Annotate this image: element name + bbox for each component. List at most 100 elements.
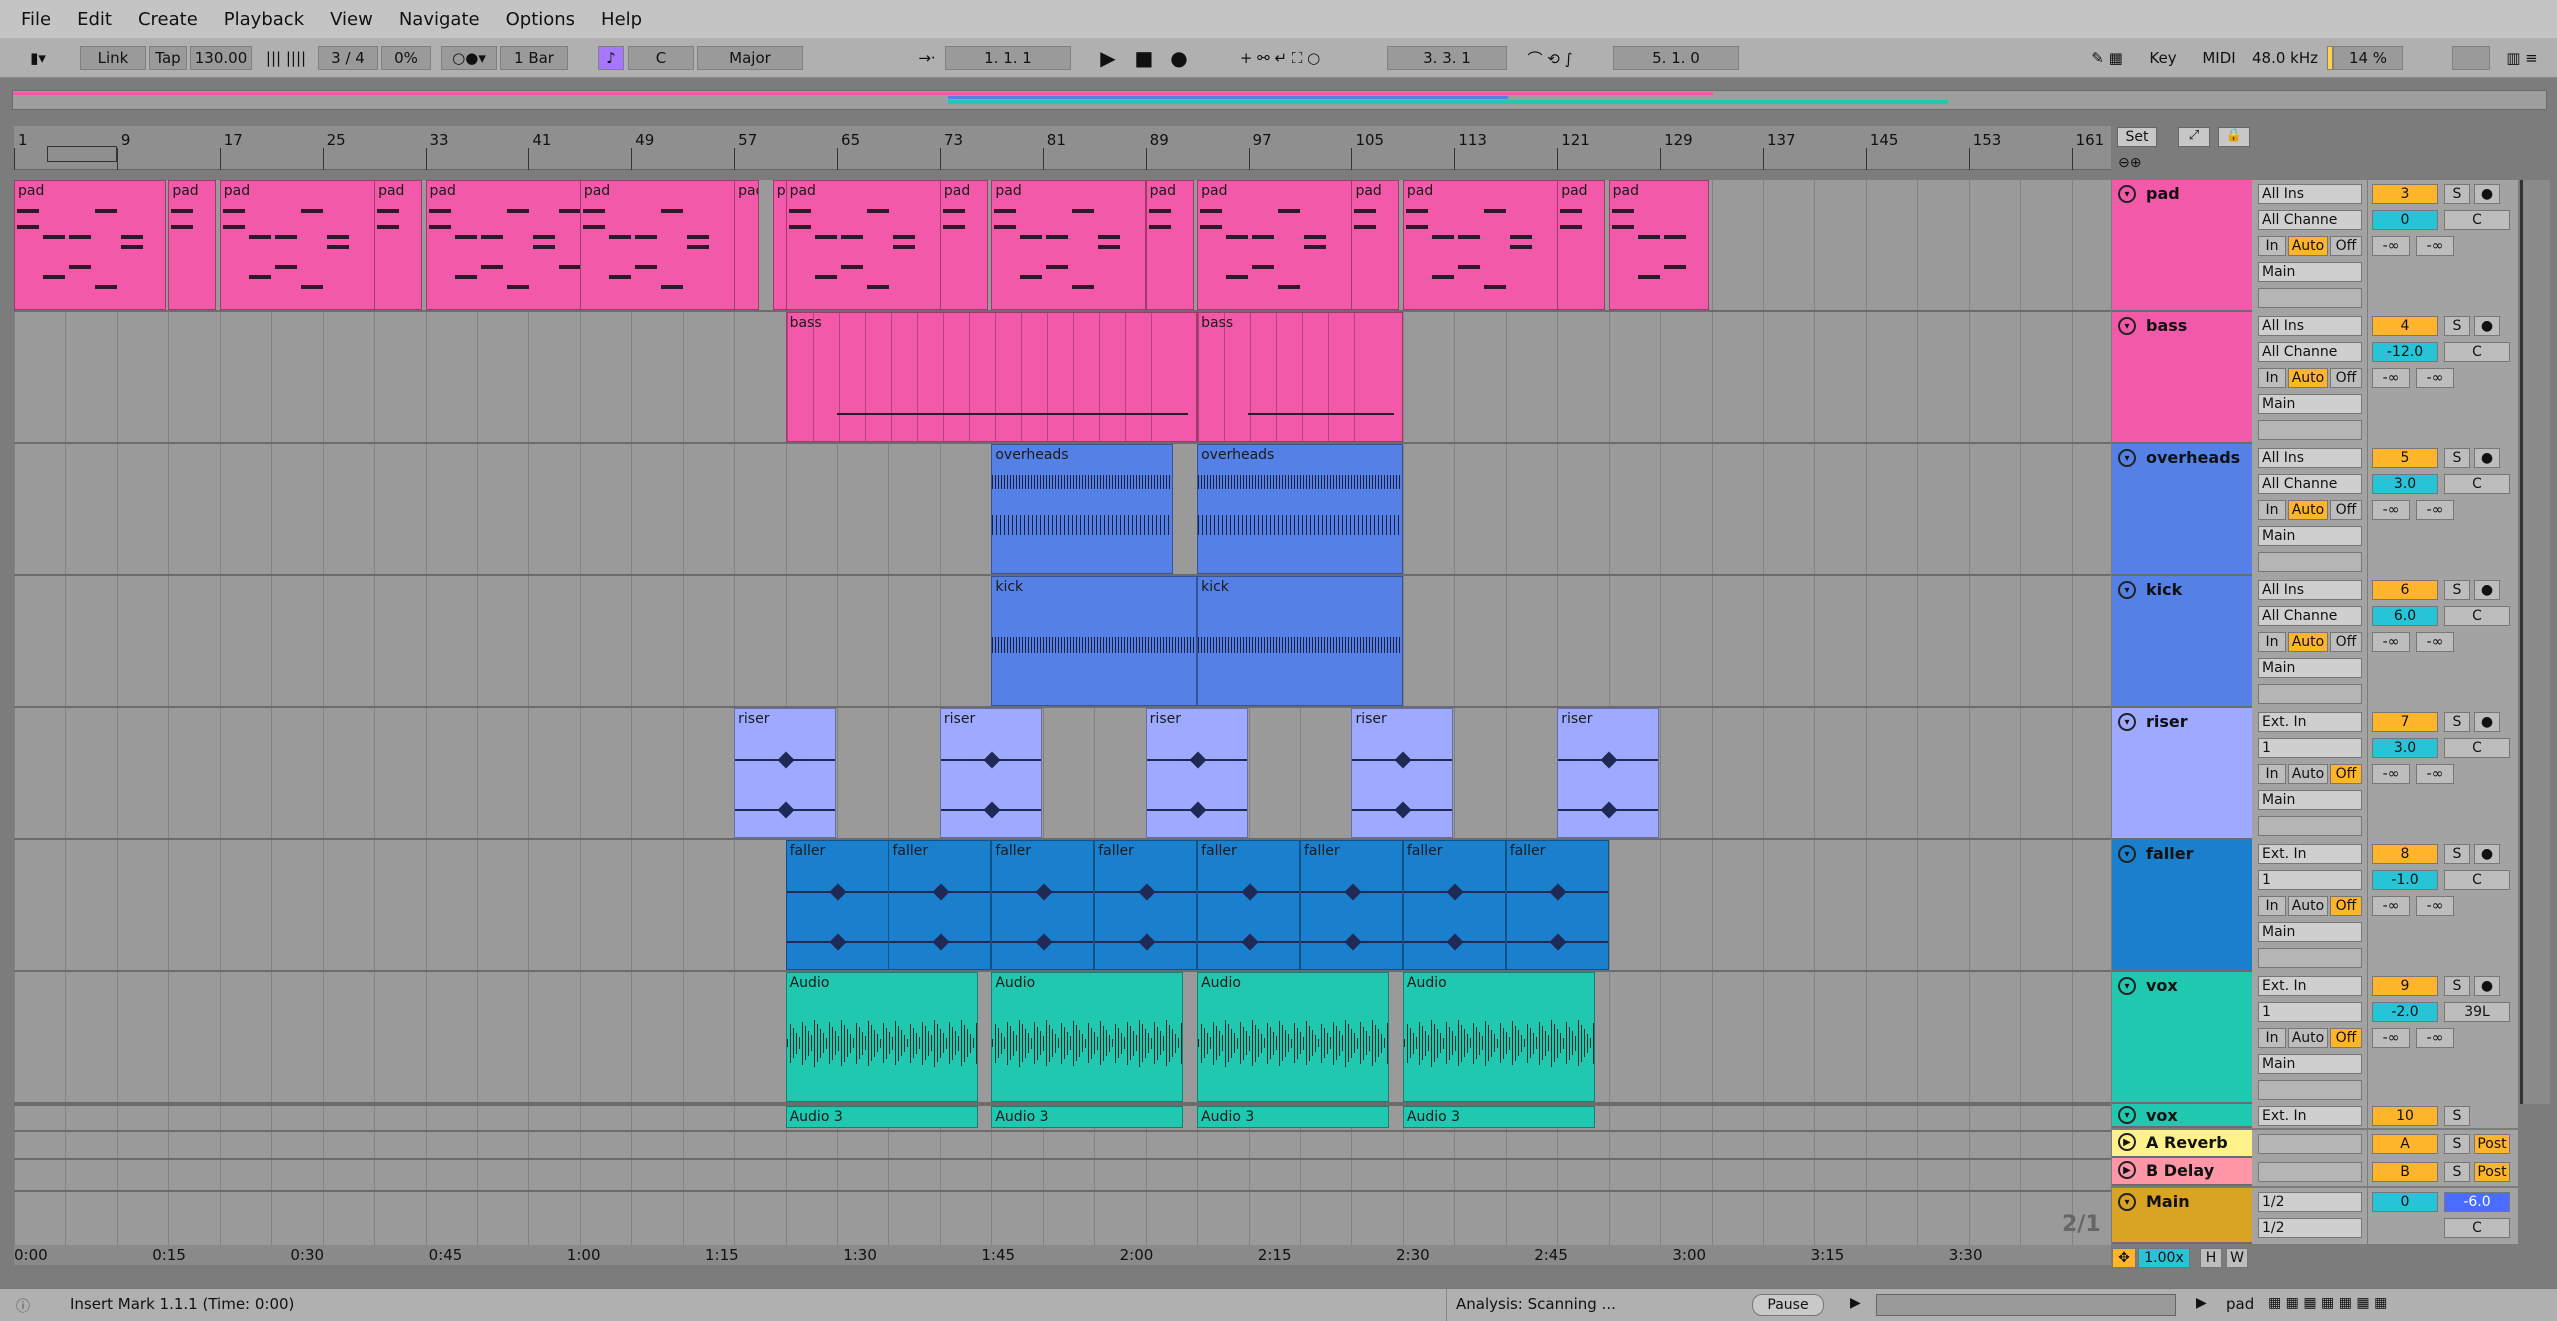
arm-icon[interactable]: ●: [2474, 448, 2500, 468]
solo-button[interactable]: S: [2444, 1106, 2470, 1126]
clip-pad[interactable]: pad: [168, 180, 217, 310]
track-activator[interactable]: 6: [2372, 580, 2438, 600]
pause-analysis-button[interactable]: Pause: [1752, 1294, 1824, 1316]
clip-riser[interactable]: riser: [734, 708, 837, 838]
send-a-field[interactable]: -∞: [2372, 1028, 2410, 1048]
send-b-field[interactable]: -∞: [2416, 236, 2454, 256]
input-type-select[interactable]: Ext. In: [2258, 976, 2362, 996]
follow-icon[interactable]: →·: [912, 46, 942, 70]
track-header-faller[interactable]: ▾ faller: [2112, 840, 2252, 972]
clip-bass[interactable]: bass: [1197, 312, 1404, 442]
fold-icon[interactable]: ▾: [2118, 977, 2136, 995]
volume-field[interactable]: 0: [2372, 210, 2438, 230]
output-channel-select[interactable]: [2258, 948, 2362, 968]
output-select[interactable]: Main: [2258, 790, 2362, 810]
fold-icon[interactable]: ▾: [2118, 449, 2136, 467]
solo-button[interactable]: S: [2444, 712, 2470, 732]
clip-pad[interactable]: pad: [1402, 180, 1558, 310]
zoom-icon[interactable]: ✥: [2112, 1248, 2136, 1268]
input-type-select[interactable]: All Ins: [2258, 580, 2362, 600]
set-locator-button[interactable]: Set: [2117, 127, 2157, 147]
monitor-in-button[interactable]: In: [2258, 500, 2286, 520]
clip-faller[interactable]: faller: [1300, 840, 1403, 970]
output-channel-select[interactable]: [2258, 1080, 2362, 1100]
clip-vox[interactable]: Audio: [785, 972, 978, 1102]
input-channel-select[interactable]: 1: [2258, 738, 2362, 758]
track-activator[interactable]: 4: [2372, 316, 2438, 336]
clip-pad[interactable]: pad: [1557, 180, 1606, 310]
clip-riser[interactable]: riser: [1145, 708, 1248, 838]
track-header-vox[interactable]: ▾ vox: [2112, 972, 2252, 1104]
track-name[interactable]: pad: [2146, 184, 2180, 203]
monitor-off-button[interactable]: Off: [2330, 1028, 2362, 1048]
view-toggle-icon[interactable]: ▮▾: [18, 46, 58, 70]
output-channel-select[interactable]: [2258, 420, 2362, 440]
track-header-pad[interactable]: ▾ pad: [2112, 180, 2252, 312]
monitor-auto-button[interactable]: Auto: [2288, 896, 2328, 916]
input-type-select[interactable]: All Ins: [2258, 184, 2362, 204]
input-type-select[interactable]: Ext. In: [2258, 844, 2362, 864]
main-out-select[interactable]: 1/2: [2258, 1218, 2362, 1238]
send-b-field[interactable]: -∞: [2416, 632, 2454, 652]
track-activator[interactable]: 5: [2372, 448, 2438, 468]
main-pan-field[interactable]: -6.0: [2444, 1192, 2510, 1212]
play-icon[interactable]: ▶: [2118, 1161, 2136, 1179]
clip-overheads[interactable]: overheads: [1197, 444, 1404, 574]
volume-field[interactable]: 3.0: [2372, 738, 2438, 758]
input-channel-select[interactable]: All Channe: [2258, 342, 2362, 362]
send-b-field[interactable]: -∞: [2416, 1028, 2454, 1048]
track-header-vox-collapsed[interactable]: ▾ vox: [2112, 1104, 2252, 1128]
track-activator[interactable]: 3: [2372, 184, 2438, 204]
monitor-auto-button[interactable]: Auto: [2288, 1028, 2328, 1048]
expand-icon[interactable]: ⤢: [2178, 127, 2210, 147]
volume-field[interactable]: 6.0: [2372, 606, 2438, 626]
return-output-select[interactable]: [2258, 1162, 2362, 1182]
fold-icon[interactable]: ▾: [2118, 581, 2136, 599]
nudge-icon[interactable]: ||| ||||: [256, 46, 316, 70]
send-a-field[interactable]: -∞: [2372, 368, 2410, 388]
clip-pad[interactable]: pad: [219, 180, 375, 310]
fold-icon[interactable]: ▾: [2118, 845, 2136, 863]
fold-icon[interactable]: ▾: [2118, 185, 2136, 203]
menu-playback[interactable]: Playback: [211, 9, 317, 30]
fold-icon[interactable]: ▾: [2118, 317, 2136, 335]
input-channel-select[interactable]: 1: [2258, 870, 2362, 890]
return-name[interactable]: B Delay: [2146, 1161, 2214, 1180]
output-channel-select[interactable]: [2258, 552, 2362, 572]
scale-select[interactable]: Major: [697, 46, 803, 70]
device-chain-icons[interactable]: ▦ ▦ ▦ ▦ ▦ ▦ ▦: [2268, 1295, 2548, 1317]
track-activator[interactable]: 8: [2372, 844, 2438, 864]
solo-button[interactable]: S: [2444, 316, 2470, 336]
clip-faller[interactable]: faller: [1402, 840, 1506, 970]
send-b-field[interactable]: -∞: [2416, 500, 2454, 520]
track-activator[interactable]: 7: [2372, 712, 2438, 732]
loop-length-field[interactable]: 5. 1. 0: [1613, 46, 1739, 70]
zoom-field[interactable]: 1.00x: [2138, 1248, 2190, 1268]
fold-icon[interactable]: ▾: [2118, 1106, 2136, 1124]
output-channel-select[interactable]: [2258, 288, 2362, 308]
track-name[interactable]: vox: [2146, 1106, 2178, 1125]
arm-icon[interactable]: ●: [2474, 580, 2500, 600]
clip-pad[interactable]: pad: [1145, 180, 1194, 310]
monitor-off-button[interactable]: Off: [2330, 896, 2362, 916]
monitor-in-button[interactable]: In: [2258, 632, 2286, 652]
monitor-in-button[interactable]: In: [2258, 1028, 2286, 1048]
solo-button[interactable]: S: [2444, 1162, 2470, 1182]
clip-vox[interactable]: Audio: [1197, 972, 1390, 1102]
arrangement-view[interactable]: pad pad pad pad pad pad pad pad pad pad pad pad pad p…: [14, 180, 2111, 1245]
info-icon[interactable]: ⓘ: [16, 1296, 30, 1316]
menu-help[interactable]: Help: [588, 9, 655, 30]
volume-field[interactable]: -12.0: [2372, 342, 2438, 362]
time-ruler[interactable]: 0:00 0:15 0:30 0:45 1:00 1:15 1:30 1:45 2:00 2:15…: [14, 1245, 2111, 1265]
clip-vox-audio3[interactable]: Audio 3: [785, 1106, 978, 1128]
track-header-overheads[interactable]: ▾ overheads: [2112, 444, 2252, 576]
output-select[interactable]: Main: [2258, 526, 2362, 546]
pan-field[interactable]: C: [2444, 210, 2510, 230]
clip-vox-audio3[interactable]: Audio 3: [1402, 1106, 1595, 1128]
main-pan2-field[interactable]: C: [2444, 1218, 2510, 1238]
main-volume-field[interactable]: 0: [2372, 1192, 2438, 1212]
monitor-auto-button[interactable]: Auto: [2288, 500, 2328, 520]
tap-button[interactable]: Tap: [149, 46, 187, 70]
monitor-in-button[interactable]: In: [2258, 236, 2286, 256]
track-name[interactable]: kick: [2146, 580, 2182, 599]
